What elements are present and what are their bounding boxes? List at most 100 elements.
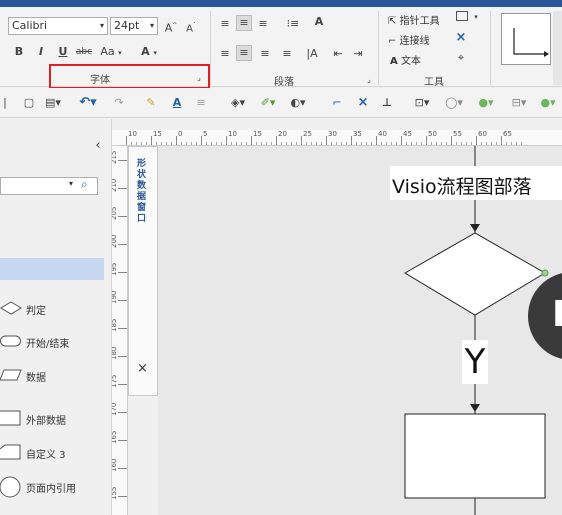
shape-search-input[interactable]: ▾ ⌕: [0, 177, 98, 195]
secondary-toolbar: | ▢ ▤▾ ↶▾ ↷ ✎ A ≡ ◈▾ ✐▾ ◐▾ ⌐ × ⊥ ⊡▾ ◯▾ ●…: [0, 88, 562, 118]
undo-icon[interactable]: ↶▾: [76, 96, 100, 110]
save-icon[interactable]: ▤▾: [42, 96, 64, 110]
connector-icon[interactable]: ⌐: [330, 96, 344, 110]
ruler-tick-label: 155: [112, 486, 118, 500]
shape-item[interactable]: 外部数据: [0, 407, 110, 431]
external-data-icon: [0, 410, 21, 426]
shape-item-label: 自定义 3: [26, 450, 66, 461]
text-tool-label: 文本: [400, 56, 421, 67]
chevron-down-icon: ▾: [118, 49, 122, 57]
text-direction-icon[interactable]: A: [312, 15, 326, 29]
ruler-tick-label: 195: [112, 262, 118, 276]
ruler-tick-label: 30: [328, 130, 337, 138]
ruler-tick-label: 0: [178, 130, 183, 138]
chevron-down-icon: ▾: [153, 49, 157, 57]
align-top-icon[interactable]: ≡: [218, 17, 232, 31]
shrink-font-button[interactable]: Aˇ: [184, 19, 198, 36]
connector-tool-button[interactable]: ⌐ 连接线: [388, 32, 430, 47]
theme-color-icon[interactable]: ●▾: [474, 96, 498, 110]
align-bottom-icon[interactable]: ≡: [256, 17, 270, 31]
ruler-tick: [118, 272, 127, 273]
font-color-button[interactable]: A ▾: [136, 45, 162, 60]
theme-color-icon[interactable]: ●▾: [536, 96, 560, 110]
line-color-icon[interactable]: ✐▾: [256, 96, 280, 110]
ruler-tick-label: 25: [303, 130, 312, 138]
text-tool-button[interactable]: A 文本: [390, 52, 421, 67]
font-color-label: A: [141, 45, 150, 58]
close-icon[interactable]: ×: [356, 96, 370, 110]
title-label-box[interactable]: Visio流程图部落: [390, 166, 562, 200]
justify-icon[interactable]: ≡: [280, 47, 294, 61]
ruler-tick: [351, 136, 352, 145]
ruler-tick: [326, 136, 327, 145]
format-painter-icon[interactable]: ✎: [144, 96, 158, 110]
shape-data-pane: 形状数据窗口 ×: [128, 146, 158, 396]
drawing-canvas[interactable]: Visio流程图部落 Y I: [158, 146, 562, 515]
close-icon[interactable]: ×: [137, 361, 148, 376]
align-text-icon[interactable]: ≡: [194, 96, 208, 110]
size-icon[interactable]: ⊟▾: [508, 96, 530, 110]
bold-button[interactable]: B: [12, 45, 26, 59]
connection-point-icon[interactable]: ⊥: [380, 96, 394, 110]
change-case-button[interactable]: Aa ▾: [98, 45, 124, 60]
shape-item[interactable]: 开始/结束: [0, 330, 110, 354]
ruler-tick-label: 200: [112, 234, 118, 248]
italic-button[interactable]: I: [34, 45, 48, 59]
decrease-indent-icon[interactable]: ⇤: [330, 47, 346, 61]
font-size-select[interactable]: 24pt ▾: [110, 17, 158, 35]
redo-icon[interactable]: ↷: [112, 96, 126, 110]
position-icon[interactable]: ⊡▾: [410, 96, 434, 110]
close-icon[interactable]: ×: [454, 31, 468, 45]
ruler-tick-label: 55: [453, 130, 462, 138]
fill-color-icon[interactable]: ◈▾: [226, 96, 250, 110]
ruler-tick-label: 40: [378, 130, 387, 138]
stencil-header-selected[interactable]: [0, 258, 104, 280]
chevron-down-icon[interactable]: ▾: [69, 179, 73, 188]
chevron-down-icon: ▾: [149, 21, 154, 30]
ruler-tick-label: 175: [112, 374, 118, 388]
align-right-icon[interactable]: ≡: [258, 47, 272, 61]
search-icon[interactable]: ⌕: [81, 177, 88, 192]
shape-style-preview[interactable]: [501, 13, 551, 65]
ruler-tick: [126, 136, 127, 145]
ruler-tick-label: 170: [112, 402, 118, 416]
font-color-icon[interactable]: A: [170, 96, 184, 110]
custom-shape-icon: [0, 444, 21, 460]
shape-item[interactable]: 页面内引用: [0, 475, 110, 499]
shape-item[interactable]: 自定义 3: [0, 441, 110, 465]
underline-button[interactable]: U: [56, 45, 70, 59]
ruler-tick: [401, 136, 402, 145]
ruler-tick: [118, 328, 127, 329]
connection-point-handle: [541, 269, 549, 277]
grow-font-button[interactable]: A^: [164, 19, 178, 36]
ruler-tick-label: 190: [112, 290, 118, 304]
text-tool-icon: A: [390, 56, 398, 67]
shadow-icon[interactable]: ◐▾: [286, 96, 310, 110]
chevron-down-icon[interactable]: ▾: [472, 10, 480, 24]
shape-item[interactable]: 判定: [0, 297, 110, 321]
new-page-icon[interactable]: ▢: [22, 96, 36, 110]
pointer-tool-button[interactable]: ⇱ 指针工具: [388, 12, 440, 27]
font-family-select[interactable]: Calibri ▾: [8, 17, 108, 35]
shape-item[interactable]: 数据: [0, 364, 110, 388]
dialog-launcher-icon[interactable]: ⌟: [194, 71, 204, 85]
styles-gallery-edge: [553, 11, 562, 85]
align-center-icon[interactable]: ≡: [236, 45, 252, 61]
align-left-icon[interactable]: ≡: [218, 47, 232, 61]
connection-point-icon[interactable]: ⌖: [454, 51, 468, 65]
connector-icon: ⌐: [388, 36, 397, 47]
ruler-tick-label: 15: [153, 130, 162, 138]
dialog-launcher-icon[interactable]: ⌟: [364, 73, 374, 87]
ellipse-icon[interactable]: ◯▾: [442, 96, 466, 110]
align-middle-icon[interactable]: ≡: [236, 15, 252, 31]
rectangle-tool-icon[interactable]: [456, 11, 468, 21]
collapse-pane-button[interactable]: ‹: [92, 139, 104, 153]
bullets-icon[interactable]: ⁝≡: [284, 17, 302, 31]
line-spacing-icon[interactable]: |A: [304, 47, 320, 61]
ruler-tick-label: 180: [112, 346, 118, 360]
increase-indent-icon[interactable]: ⇥: [350, 47, 366, 61]
connector-style-icon: [513, 28, 549, 57]
strikethrough-button[interactable]: abc: [74, 45, 94, 59]
ruler-tick: [118, 244, 127, 245]
ruler-tick: [118, 468, 127, 469]
